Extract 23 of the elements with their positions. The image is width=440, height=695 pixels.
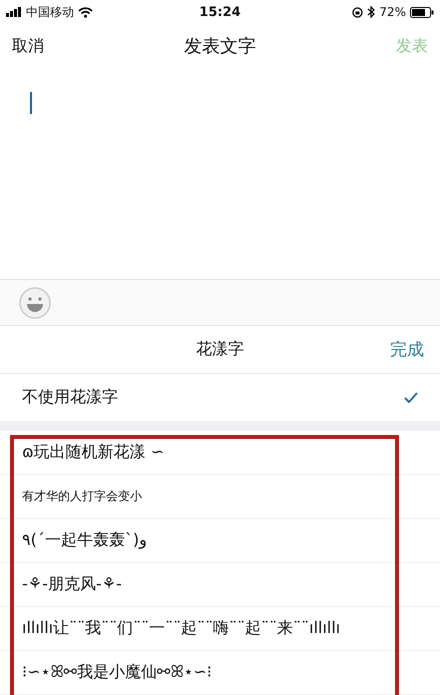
carrier-name: 中国移动	[26, 4, 74, 20]
style-option[interactable]: -⚘-朋克风-⚘-	[22, 574, 122, 595]
wifi-icon	[78, 6, 93, 18]
rotation-lock-icon	[352, 6, 364, 18]
style-option[interactable]: ⁝∽⋆ꕤ⚯我是小魔仙⚯ꕤ⋆∽⁝	[22, 662, 212, 683]
panel-title: 花漾字	[196, 339, 244, 360]
battery-percent: 72%	[379, 5, 406, 19]
text-cursor	[30, 92, 32, 114]
option-label: 不使用花漾字	[22, 387, 118, 408]
clock-time: 15:24	[199, 4, 241, 20]
done-button[interactable]: 完成	[390, 338, 424, 361]
style-option[interactable]: ıllıllı让¨¨我¨¨们¨¨一¨¨起¨¨嗨¨¨起¨¨来¨¨ıllıllı	[22, 618, 340, 639]
bluetooth-icon	[367, 6, 376, 18]
page-title: 发表文字	[184, 35, 256, 58]
style-option[interactable]: 有才华的人打字会变小	[22, 488, 142, 505]
signal-icon	[6, 7, 22, 17]
cancel-button[interactable]: 取消	[12, 36, 44, 56]
checkmark-icon	[404, 392, 418, 403]
battery-icon	[410, 6, 434, 18]
style-option[interactable]: ɷ玩出随机新花漾 ∽	[22, 442, 164, 463]
style-option[interactable]: ٩(´一起牛轰轰`)و	[22, 530, 147, 551]
smiley-icon[interactable]	[19, 286, 51, 318]
option-row[interactable]: 不使用花漾字	[0, 374, 440, 421]
